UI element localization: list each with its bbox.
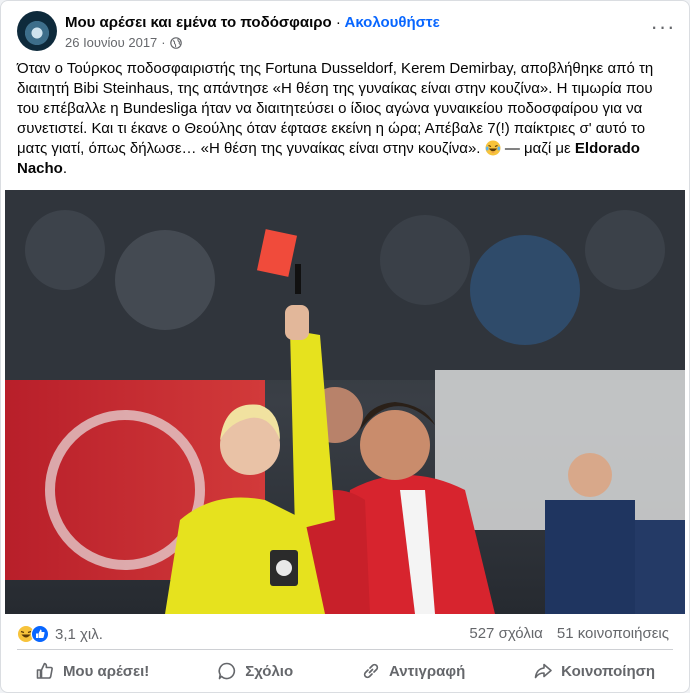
- shares-count[interactable]: 51 κοινοποιήσεις: [557, 625, 669, 642]
- post-photo[interactable]: [5, 190, 685, 614]
- reactions-summary[interactable]: 3,1 χιλ.: [17, 625, 103, 643]
- like-reaction-icon: [31, 625, 49, 643]
- comment-icon: [218, 662, 236, 680]
- thumbs-up-icon: [36, 662, 53, 679]
- page-name-link[interactable]: Μου αρέσει και εμένα το ποδόσφαιρο: [65, 14, 332, 31]
- page-avatar[interactable]: [17, 11, 57, 51]
- post-text: Όταν ο Τούρκος ποδοσφαιριστής της Fortun…: [17, 59, 677, 179]
- post-actions: Μου αρέσει! Σχόλιο Αντιγραφή Κοινοποίηση: [1, 652, 689, 690]
- actions-divider: [17, 649, 673, 650]
- more-options-button[interactable]: ···: [649, 16, 677, 38]
- share-button[interactable]: Κοινοποίηση: [525, 652, 663, 690]
- post-card: Μου αρέσει και εμένα το ποδόσφαιρο · Ακο…: [0, 0, 690, 693]
- like-label: Μου αρέσει!: [62, 662, 150, 680]
- page-title-line: Μου αρέσει και εμένα το ποδόσφαιρο · Ακο…: [65, 14, 440, 31]
- post-date[interactable]: 26 Ιουνίου 2017: [65, 35, 157, 50]
- referee-red-card-photo: [5, 190, 685, 614]
- comment-label: Σχόλιο: [245, 662, 294, 680]
- copy-button[interactable]: Αντιγραφή: [353, 652, 473, 690]
- post-stats: 3,1 χιλ. 527 σχόλια 51 κοινοποιήσεις: [17, 621, 673, 647]
- share-icon: [534, 663, 552, 679]
- comment-button[interactable]: Σχόλιο: [209, 652, 301, 690]
- with-text: — μαζί με: [504, 140, 571, 157]
- meta-separator: ·: [161, 35, 166, 50]
- link-icon: [363, 663, 379, 679]
- follow-button[interactable]: Ακολουθήστε: [344, 14, 439, 31]
- laughing-emoji-icon: [485, 140, 501, 156]
- end-punctuation: .: [62, 160, 68, 177]
- title-separator: ·: [335, 14, 341, 31]
- like-button[interactable]: Μου αρέσει!: [27, 652, 157, 690]
- comments-count[interactable]: 527 σχόλια: [469, 625, 542, 642]
- post-meta: 26 Ιουνίου 2017 ·: [65, 35, 182, 50]
- reactions-count[interactable]: 3,1 χιλ.: [55, 626, 103, 643]
- globe-icon: [169, 36, 182, 49]
- engagement-counts: 527 σχόλια 51 κοινοποιήσεις: [469, 625, 669, 642]
- share-label: Κοινοποίηση: [561, 662, 656, 680]
- post-header: Μου αρέσει και εμένα το ποδόσφαιρο · Ακο…: [17, 11, 677, 55]
- copy-label: Αντιγραφή: [389, 662, 466, 680]
